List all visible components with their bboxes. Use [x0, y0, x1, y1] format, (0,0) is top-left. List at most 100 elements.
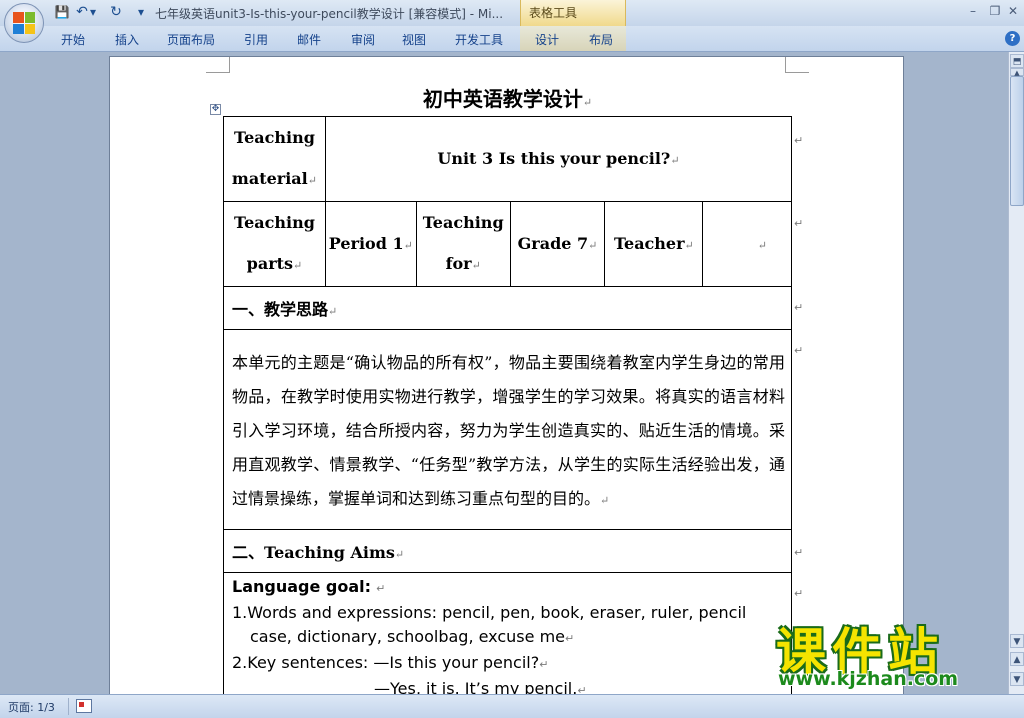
teacher-value-cell[interactable]: ↵ [702, 201, 792, 287]
table-row: Teaching material↵ Unit 3 Is this your p… [223, 116, 793, 202]
scroll-down-icon[interactable]: ▼ [1010, 634, 1024, 648]
period-cell[interactable]: Period 1↵ [324, 201, 417, 287]
grade-cell[interactable]: Grade 7↵ [509, 201, 606, 287]
cell-text-line: material [231, 169, 308, 188]
redo-icon[interactable]: ↻ [108, 4, 124, 20]
row-end-mark: ↵ [794, 301, 804, 314]
key-sentence-line-1: 2.Key sentences: —Is this your pencil? [232, 653, 540, 672]
help-icon[interactable]: ? [1005, 31, 1020, 46]
table-tools-label: 表格工具 [529, 6, 578, 20]
section-2-body-cell[interactable]: Language goal: ↵ 1.Words and expressions… [223, 572, 792, 694]
document-heading: 初中英语教学设计↵ [110, 83, 905, 112]
section-1-text: 本单元的主题是“确认物品的所有权”，物品主要围绕着教室内学生身边的常用物品，在教… [232, 352, 785, 508]
section-2-heading-cell[interactable]: 二、Teaching Aims↵ [223, 529, 792, 573]
tab-developer[interactable]: 开发工具 [455, 31, 503, 48]
cell-text-line: parts [246, 254, 294, 273]
tab-home[interactable]: 开始 [61, 31, 85, 48]
table-row: 二、Teaching Aims↵ [223, 529, 792, 573]
row-end-mark: ↵ [794, 344, 804, 357]
scrollbar-thumb[interactable] [1010, 76, 1024, 206]
crop-mark-left [206, 57, 230, 73]
table-row: Language goal: ↵ 1.Words and expressions… [223, 572, 792, 694]
minimize-button[interactable]: – [962, 2, 984, 20]
period-text: Period 1 [328, 233, 404, 253]
split-view-icon[interactable]: ⬒ [1010, 54, 1024, 68]
paragraph-mark: ↵ [403, 238, 413, 252]
row-end-mark: ↵ [794, 134, 804, 147]
vocab-line-2: case, dictionary, schoolbag, excuse me [250, 627, 565, 646]
title-bar: 💾 ↶ ▾ ↻ ▾ 七年级英语unit3-Is-this-your-pencil… [0, 0, 1024, 43]
scroll-up-icon[interactable]: ▲ [1010, 68, 1024, 77]
cell-text-line: for [445, 254, 472, 273]
row-end-mark: ↵ [794, 546, 804, 559]
table-row: Teaching parts↵ Period 1↵ Teaching for↵ … [223, 201, 792, 287]
tab-design[interactable]: 设计 [535, 31, 559, 48]
row-end-mark: ↵ [794, 587, 804, 600]
teacher-label-cell[interactable]: Teacher↵ [604, 201, 704, 287]
table-row: 一、教学思路↵ [223, 286, 792, 330]
teacher-label: Teacher [613, 233, 685, 253]
status-divider [68, 698, 69, 715]
cell-text-line: Teaching [234, 128, 315, 147]
paragraph-mark: ↵ [757, 238, 767, 252]
paragraph-mark: ↵ [293, 259, 303, 272]
close-button[interactable]: ✕ [1002, 2, 1024, 20]
paragraph-mark: ↵ [565, 632, 575, 645]
paragraph-mark: ↵ [582, 96, 593, 109]
paragraph-mark: ↵ [600, 493, 610, 507]
tab-view[interactable]: 视图 [402, 31, 426, 48]
tab-mailings[interactable]: 邮件 [297, 31, 321, 48]
document-title: 七年级英语unit3-Is-this-your-pencil教学设计 [兼容模式… [155, 7, 504, 21]
paragraph-mark: ↵ [328, 305, 338, 318]
table-row: 本单元的主题是“确认物品的所有权”，物品主要围绕着教室内学生身边的常用物品，在教… [223, 329, 792, 530]
teaching-material-value-cell[interactable]: Unit 3 Is this your pencil?↵ [324, 116, 793, 202]
status-bar: 页面: 1/3 [0, 694, 1024, 718]
section-1-body-cell[interactable]: 本单元的主题是“确认物品的所有权”，物品主要围绕着教室内学生身边的常用物品，在教… [223, 329, 792, 530]
table-tools-context: 表格工具 [520, 0, 626, 26]
tab-layout[interactable]: 布局 [589, 31, 613, 48]
tab-review[interactable]: 审阅 [351, 31, 375, 48]
vertical-scrollbar[interactable]: ⬒ ▲ ▼ ▲ ▼ [1008, 52, 1024, 694]
paragraph-mark: ↵ [539, 658, 549, 671]
table-move-handle-icon[interactable]: ✥ [210, 104, 221, 115]
undo-dropdown-icon[interactable]: ▾ [88, 4, 98, 20]
save-icon[interactable]: 💾 [54, 4, 70, 20]
previous-page-icon[interactable]: ▲ [1010, 652, 1024, 666]
crop-mark-right [785, 57, 809, 73]
grade-text: Grade 7 [517, 233, 589, 253]
document-page[interactable]: 初中英语教学设计↵ ✥ Teaching material↵ Unit 3 Is… [109, 56, 904, 694]
tab-references[interactable]: 引用 [244, 31, 268, 48]
teaching-material-label-cell[interactable]: Teaching material↵ [223, 116, 326, 202]
key-sentence-line-2: —Yes, it is. It’s my pencil. [374, 679, 578, 694]
customize-toolbar-icon[interactable]: ▾ [136, 4, 146, 20]
language-goal-label: Language goal: [232, 577, 372, 596]
document-workspace: 初中英语教学设计↵ ✥ Teaching material↵ Unit 3 Is… [0, 52, 1008, 694]
section-1-heading-cell[interactable]: 一、教学思路↵ [223, 286, 792, 330]
tab-insert[interactable]: 插入 [115, 31, 139, 48]
office-logo-icon [13, 12, 35, 34]
proofing-status-icon[interactable] [76, 699, 92, 713]
watermark-logo: 课件站 www.kjzhan.com [770, 612, 1010, 696]
section-1-title: 一、教学思路 [232, 300, 329, 319]
paragraph-mark: ↵ [394, 548, 405, 561]
heading-text: 初中英语教学设计 [422, 87, 583, 111]
cell-text-line: Teaching [234, 213, 315, 232]
teaching-parts-label-cell[interactable]: Teaching parts↵ [223, 201, 326, 287]
paragraph-mark: ↵ [684, 238, 694, 252]
paragraph-mark: ↵ [588, 238, 598, 252]
lesson-table[interactable]: Teaching material↵ Unit 3 Is this your p… [223, 116, 793, 694]
office-button[interactable] [4, 3, 44, 43]
teaching-for-label-cell[interactable]: Teaching for↵ [415, 201, 511, 287]
row-end-mark: ↵ [794, 217, 804, 230]
paragraph-mark: ↵ [670, 153, 680, 167]
paragraph-mark: ↵ [471, 259, 481, 272]
word-window: 💾 ↶ ▾ ↻ ▾ 七年级英语unit3-Is-this-your-pencil… [0, 0, 1024, 718]
vocab-line-1: 1.Words and expressions: pencil, pen, bo… [232, 603, 747, 622]
paragraph-mark: ↵ [307, 174, 317, 187]
section-2-title: 二、Teaching Aims [232, 543, 395, 562]
paragraph-mark: ↵ [376, 582, 386, 595]
page-count[interactable]: 页面: 1/3 [8, 699, 55, 715]
paragraph-mark: ↵ [577, 684, 587, 694]
tab-page-layout[interactable]: 页面布局 [167, 31, 215, 48]
next-page-icon[interactable]: ▼ [1010, 672, 1024, 686]
